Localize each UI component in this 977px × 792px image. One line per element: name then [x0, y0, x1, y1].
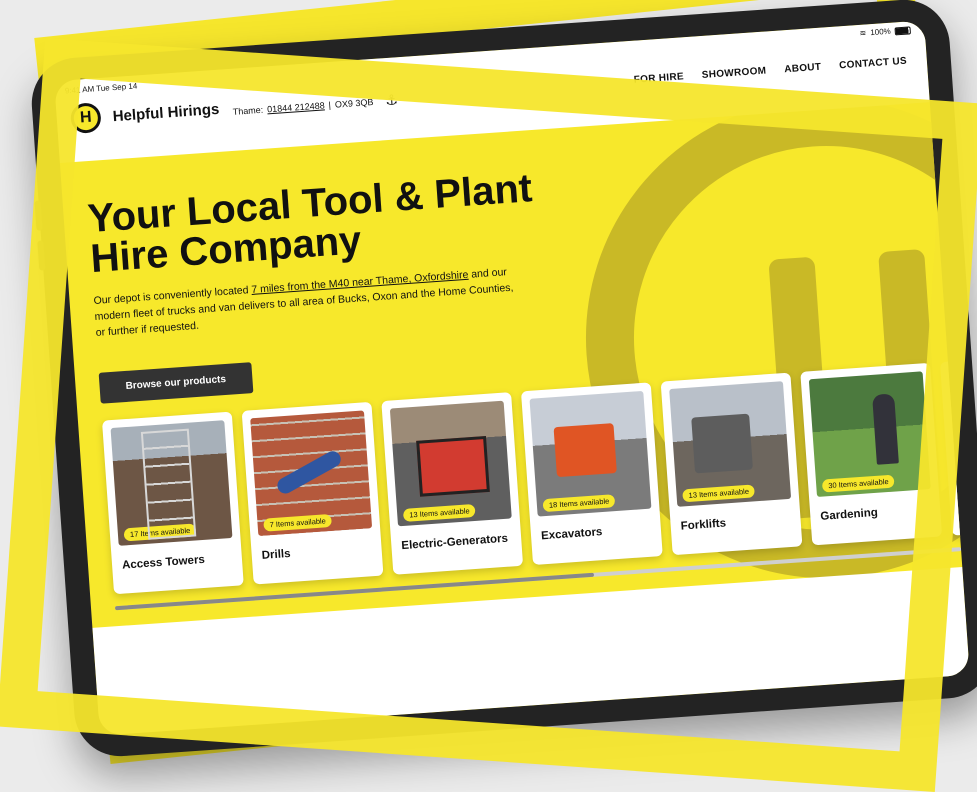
wifi-icon: ≋: [859, 28, 867, 38]
foreground-yellow-frame: [0, 38, 977, 792]
battery-percentage: 100%: [870, 26, 892, 38]
category-title: Power Equipment: [959, 494, 970, 514]
availability-badge: 14 Items available: [961, 464, 970, 483]
battery-icon: [894, 25, 911, 35]
status-bar-right: ≋ 100%: [859, 25, 911, 38]
nav-showroom[interactable]: SHOWROOM: [701, 66, 766, 81]
nav-contact-us[interactable]: CONTACT US: [839, 56, 907, 72]
nav-about[interactable]: ABOUT: [784, 62, 822, 76]
